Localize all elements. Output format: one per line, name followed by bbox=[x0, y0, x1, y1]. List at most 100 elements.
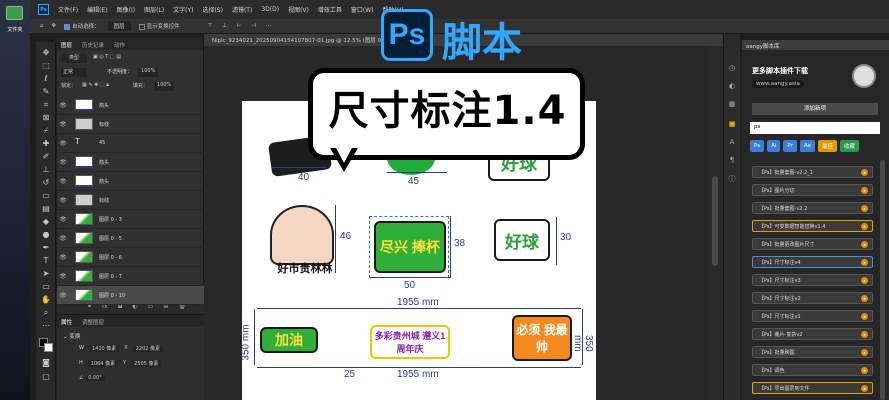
menu-3d[interactable]: 3D(D) bbox=[261, 6, 279, 13]
favorite-star-icon[interactable]: ★ bbox=[861, 277, 868, 284]
more-icon[interactable]: ⋯ bbox=[40, 321, 52, 330]
menu-file[interactable]: 文件(F) bbox=[58, 5, 78, 14]
menu-view[interactable]: 视图(V) bbox=[288, 5, 309, 14]
plugin-script-item[interactable]: 【Ps】图片分切 ★ bbox=[752, 184, 873, 196]
history-icon[interactable]: ◷ bbox=[727, 64, 737, 73]
scroll-thumb[interactable] bbox=[712, 176, 718, 266]
favorite-star-icon[interactable]: ★ bbox=[861, 385, 868, 392]
layer-row[interactable]: 👁︎ 图层 0 - 3 bbox=[57, 210, 204, 229]
move-icon[interactable]: ✥ bbox=[40, 48, 52, 57]
tab-actions[interactable]: 动作 bbox=[114, 41, 125, 49]
plugin-script-item[interactable]: 【Ps】批量更改图片尺寸 ★ bbox=[752, 238, 873, 250]
filter-pr-button[interactable]: Pr bbox=[783, 140, 797, 152]
opacity-field[interactable]: 100% bbox=[138, 68, 159, 77]
crop-icon[interactable]: ⌗ bbox=[40, 100, 52, 109]
plugin-script-item[interactable]: 【Ps】导出图层到文件 ★ bbox=[752, 382, 873, 394]
zoom-icon[interactable]: ⌕ bbox=[40, 308, 52, 317]
visibility-eye-icon[interactable]: 👁︎ bbox=[57, 159, 69, 166]
tab-layers[interactable]: 图层 bbox=[61, 41, 72, 49]
visibility-eye-icon[interactable]: 👁︎ bbox=[57, 197, 69, 204]
plugin-icon[interactable]: ■ bbox=[727, 120, 737, 129]
layer-row[interactable]: 👁︎ 图层 0 - 10 bbox=[57, 286, 204, 305]
history-brush-icon[interactable]: ↺ bbox=[40, 178, 52, 187]
plugin-script-item[interactable]: 【Ps】尺寸标注v3 ★ bbox=[752, 274, 873, 286]
layer-filter-dropdown[interactable]: 类型 bbox=[61, 54, 88, 63]
canvas-scrollbar[interactable] bbox=[708, 46, 723, 400]
brush-icon[interactable]: ✐ bbox=[40, 152, 52, 161]
layer-row[interactable]: 👁︎ 箭头 bbox=[57, 172, 204, 191]
plugin-script-item[interactable]: 【Ps】尺寸标注v2 ★ bbox=[752, 292, 873, 304]
favorite-star-icon[interactable]: ★ bbox=[861, 331, 868, 338]
plugin-script-item[interactable]: 【Ps】批量套图-v2.2_1 ★ bbox=[752, 166, 873, 178]
swatches-icon[interactable]: ▦ bbox=[727, 100, 737, 109]
plugin-script-item[interactable]: 【Ps】批量刷图 ★ bbox=[752, 346, 873, 358]
screen-mode-icon[interactable]: ▢ bbox=[40, 372, 52, 381]
quick-select-icon[interactable]: ✎ bbox=[40, 87, 52, 96]
menu-image[interactable]: 图像(I) bbox=[117, 5, 135, 14]
blur-icon[interactable]: ◆ bbox=[40, 217, 52, 226]
gradient-icon[interactable]: ▤ bbox=[40, 204, 52, 213]
tab-history[interactable]: 历史记录 bbox=[82, 41, 104, 49]
angle-field[interactable]: 0.00° bbox=[85, 375, 105, 381]
visibility-eye-icon[interactable]: 👁︎ bbox=[57, 235, 69, 242]
fill-field[interactable]: 100% bbox=[153, 82, 175, 91]
favorite-star-icon[interactable]: ★ bbox=[861, 205, 868, 212]
path-select-icon[interactable]: ➤ bbox=[40, 269, 52, 278]
healing-icon[interactable]: ✚ bbox=[40, 139, 52, 148]
eraser-icon[interactable]: ▭ bbox=[40, 191, 52, 200]
background-color-swatch[interactable] bbox=[44, 343, 53, 352]
layer-row[interactable]: 👁︎ 标线 bbox=[57, 191, 204, 210]
layer-row[interactable]: 👁︎ 图层 0 - 5 bbox=[57, 229, 204, 248]
favorite-star-icon[interactable]: ★ bbox=[861, 259, 868, 266]
filter-favorite-button[interactable]: 收藏 bbox=[839, 140, 859, 152]
home-icon[interactable]: ⌂ bbox=[40, 23, 44, 29]
show-transform-checkbox[interactable]: 显示变换控件 bbox=[138, 22, 180, 30]
menu-window[interactable]: 窗口(W) bbox=[351, 5, 374, 14]
visibility-eye-icon[interactable]: 👁︎ bbox=[57, 292, 69, 299]
favorite-star-icon[interactable]: ★ bbox=[861, 313, 868, 320]
menu-plugins[interactable]: 增效工具 bbox=[318, 5, 342, 14]
auto-select-checkbox[interactable]: 自动选择： bbox=[64, 22, 100, 30]
filter-ae-button[interactable]: Ae bbox=[799, 140, 815, 152]
layer-row[interactable]: 👁︎ T 45 bbox=[57, 134, 204, 153]
filter-best-button[interactable]: 最佳 bbox=[817, 140, 837, 152]
blend-mode-dropdown[interactable]: 正常 bbox=[61, 68, 88, 77]
visibility-eye-icon[interactable]: 👁︎ bbox=[57, 273, 69, 280]
color-icon[interactable]: ◐ bbox=[727, 82, 737, 91]
plugin-site[interactable]: www.aangy.asia bbox=[752, 80, 804, 88]
filter-ps-button[interactable]: Ps bbox=[750, 140, 765, 152]
stamp-icon[interactable]: ⊥ bbox=[40, 165, 52, 174]
menu-filter[interactable]: 滤镜(T) bbox=[232, 5, 252, 14]
layer-row[interactable]: 👁︎ 图层 0 - 6 bbox=[57, 248, 204, 267]
plugin-script-item[interactable]: 【Ps】裁片-复杂v2 ★ bbox=[752, 328, 873, 340]
menu-type[interactable]: 文字(Y) bbox=[173, 5, 193, 14]
para-icon[interactable]: ¶ bbox=[727, 156, 737, 165]
w-field[interactable]: 1410 像素 bbox=[88, 345, 120, 352]
shape-icon[interactable]: ▭ bbox=[40, 282, 52, 291]
folder-icon[interactable] bbox=[6, 6, 23, 20]
menu-select[interactable]: 选择(S) bbox=[202, 5, 223, 14]
x-field[interactable]: 2202 像素 bbox=[132, 345, 164, 352]
menu-layer[interactable]: 图层(L) bbox=[144, 5, 164, 14]
layer-row[interactable]: 👁︎ 图层 0 - 7 bbox=[57, 267, 204, 286]
layer-row[interactable]: 👁︎ 标线 bbox=[57, 115, 204, 134]
favorite-star-icon[interactable]: ★ bbox=[861, 169, 868, 176]
favorite-star-icon[interactable]: ★ bbox=[861, 187, 868, 194]
y-field[interactable]: 2505 像素 bbox=[131, 360, 162, 367]
type-icon[interactable]: T bbox=[40, 256, 52, 265]
menu-edit[interactable]: 编辑(E) bbox=[87, 5, 107, 14]
tab-properties[interactable]: 属性 bbox=[61, 318, 72, 326]
info-icon[interactable]: ⓘ bbox=[727, 174, 737, 183]
favorite-star-icon[interactable]: ★ bbox=[861, 367, 868, 374]
visibility-eye-icon[interactable]: 👁︎ bbox=[57, 216, 69, 223]
plugin-script-item[interactable]: 【Ps】可变数据智能替换v1.4 ★ bbox=[752, 220, 873, 232]
plugin-search-input[interactable]: ps bbox=[750, 122, 880, 134]
visibility-eye-icon[interactable]: 👁︎ bbox=[57, 140, 69, 147]
pen-icon[interactable]: ✒ bbox=[40, 243, 52, 252]
plugin-script-item[interactable]: 【Ps】尺寸标注v1 ★ bbox=[752, 310, 873, 322]
favorite-star-icon[interactable]: ★ bbox=[861, 295, 868, 302]
tab-adjustments[interactable]: 调整图层 bbox=[82, 318, 104, 326]
visibility-eye-icon[interactable]: 👁︎ bbox=[57, 178, 69, 185]
hand-icon[interactable]: ✋ bbox=[40, 295, 52, 304]
plugin-script-item[interactable]: 【Ps】批量套图-v2.2 ★ bbox=[752, 202, 873, 214]
